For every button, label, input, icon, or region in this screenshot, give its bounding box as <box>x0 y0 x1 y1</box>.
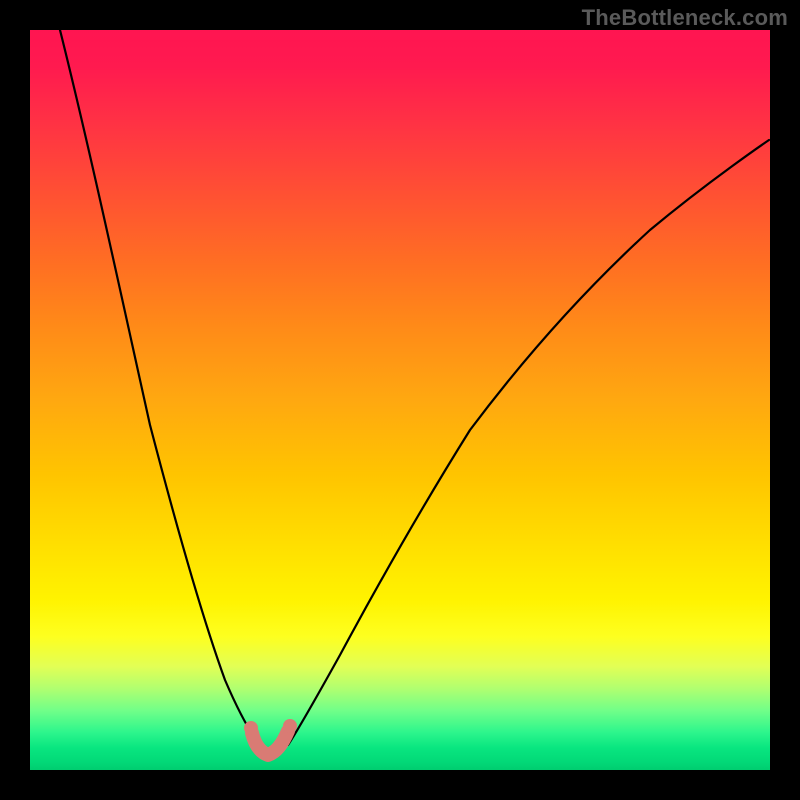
trough-bead-left <box>244 721 258 735</box>
chart-frame: TheBottleneck.com <box>0 0 800 800</box>
trough-bead-right <box>283 719 297 733</box>
watermark-text: TheBottleneck.com <box>582 5 788 31</box>
curve-left <box>60 30 260 745</box>
curve-minimum <box>252 731 288 755</box>
curve-svg <box>30 30 770 770</box>
plot-area <box>30 30 770 770</box>
curve-right <box>288 140 769 745</box>
